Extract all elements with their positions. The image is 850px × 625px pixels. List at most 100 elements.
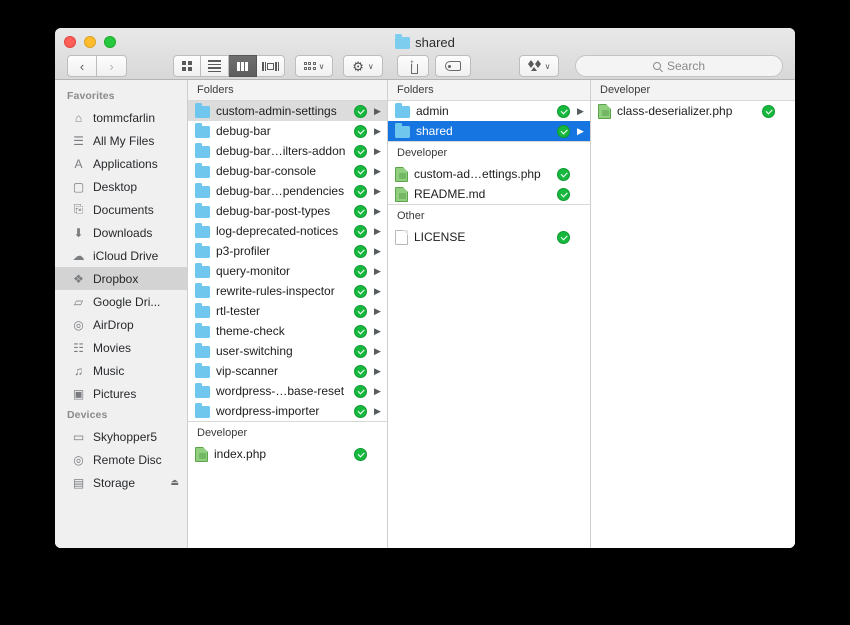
sidebar-item-label: All My Files — [93, 133, 155, 148]
forward-button[interactable]: › — [97, 55, 127, 77]
list-item[interactable]: theme-check ▶ — [188, 321, 387, 341]
list-icon — [208, 60, 221, 72]
icon-view-button[interactable] — [173, 55, 201, 77]
sidebar-item-all-my-files[interactable]: ☰ All My Files — [55, 129, 187, 152]
arrange-button[interactable]: ∨ — [295, 55, 333, 77]
disclosure-chevron-icon[interactable]: ▶ — [373, 166, 382, 176]
tag-button[interactable] — [435, 55, 471, 77]
sidebar-item-icloud-drive[interactable]: ☁ iCloud Drive — [55, 244, 187, 267]
disclosure-chevron-icon[interactable]: ▶ — [373, 206, 382, 216]
column-group-header: Folders — [388, 80, 590, 101]
list-item[interactable]: debug-bar…ilters-addon ▶ — [188, 141, 387, 161]
sidebar-item-music[interactable]: ♫ Music — [55, 359, 187, 382]
folder-icon: ▱ — [73, 294, 84, 309]
eject-icon[interactable]: ⏏ — [170, 477, 179, 488]
laptop-icon: ▭ — [72, 429, 85, 444]
disclosure-chevron-icon[interactable]: ▶ — [373, 286, 382, 296]
list-item-label: index.php — [214, 447, 267, 461]
sidebar-item-label: Documents — [93, 202, 154, 217]
folder-icon — [195, 263, 210, 278]
list-item[interactable]: debug-bar-post-types ▶ — [188, 201, 387, 221]
sidebar-item-tommcfarlin[interactable]: ⌂ tommcfarlin — [55, 106, 187, 129]
list-item[interactable]: wordpress-…base-reset ▶ — [188, 381, 387, 401]
list-view-button[interactable] — [201, 55, 229, 77]
list-item-label: debug-bar-post-types — [216, 204, 331, 218]
list-item[interactable]: wordpress-importer ▶ — [188, 401, 387, 421]
folder-icon — [195, 283, 210, 298]
list-item[interactable]: debug-bar…pendencies ▶ — [188, 181, 387, 201]
sidebar-item-airdrop[interactable]: ◎ AirDrop — [55, 313, 187, 336]
sidebar-item-documents[interactable]: ⎘ Documents — [55, 198, 187, 221]
sidebar-item-desktop[interactable]: ▢ Desktop — [55, 175, 187, 198]
column-1[interactable]: Folders custom-admin-settings ▶ debug-bar ▶ d… — [188, 80, 388, 548]
search-placeholder: Search — [666, 59, 706, 73]
action-menu-button[interactable]: ⚙ ∨ — [343, 55, 383, 77]
disclosure-chevron-icon[interactable]: ▶ — [373, 306, 382, 316]
disclosure-chevron-icon[interactable]: ▶ — [576, 126, 585, 136]
column-2[interactable]: Folders admin ▶ shared ▶ Developer custom-ad…e… — [388, 80, 591, 548]
list-item[interactable]: rewrite-rules-inspector ▶ — [188, 281, 387, 301]
disclosure-chevron-icon[interactable]: ▶ — [373, 226, 382, 236]
sidebar-item-skyhopper5[interactable]: ▭ Skyhopper5 — [55, 425, 187, 448]
sidebar-item-downloads[interactable]: ⬇ Downloads — [55, 221, 187, 244]
sidebar-item-movies[interactable]: ☷ Movies — [55, 336, 187, 359]
disclosure-chevron-icon[interactable]: ▶ — [373, 246, 382, 256]
column-group-header: Developer — [388, 141, 590, 164]
list-item[interactable]: custom-admin-settings ▶ — [188, 101, 387, 121]
sync-status-badge — [354, 284, 367, 298]
list-item[interactable]: class-deserializer.php ▶ — [591, 101, 795, 121]
column-group-header: Developer — [591, 80, 795, 101]
sidebar-section-header: Favorites — [67, 90, 115, 102]
disclosure-chevron-icon[interactable]: ▶ — [373, 406, 382, 416]
columns-icon — [237, 61, 248, 71]
list-item[interactable]: index.php ▶ — [188, 444, 387, 464]
dropbox-menu-button[interactable]: ∨ — [519, 55, 559, 77]
search-input[interactable]: Search — [575, 55, 783, 77]
sidebar-item-google-dri[interactable]: ▱ Google Dri... — [55, 290, 187, 313]
sidebar-item-pictures[interactable]: ▣ Pictures — [55, 382, 187, 405]
sync-status-badge — [354, 204, 367, 218]
disclosure-chevron-icon[interactable]: ▶ — [373, 266, 382, 276]
view-mode-segmented-control — [173, 55, 285, 77]
music-icon: ♫ — [74, 363, 83, 378]
list-item[interactable]: shared ▶ — [388, 121, 590, 141]
disc-icon: ◎ — [73, 452, 84, 467]
sidebar-item-dropbox[interactable]: ❖ Dropbox — [55, 267, 187, 290]
list-item[interactable]: p3-profiler ▶ — [188, 241, 387, 261]
disclosure-chevron-icon[interactable]: ▶ — [576, 106, 585, 116]
column-group-header: Developer — [188, 421, 387, 444]
disclosure-chevron-icon[interactable]: ▶ — [373, 386, 382, 396]
airdrop-icon: ◎ — [73, 317, 84, 332]
list-item[interactable]: debug-bar-console ▶ — [188, 161, 387, 181]
desktop-icon: ▢ — [72, 179, 85, 194]
disclosure-chevron-icon[interactable]: ▶ — [373, 106, 382, 116]
share-button[interactable] — [397, 55, 429, 77]
list-item[interactable]: debug-bar ▶ — [188, 121, 387, 141]
list-item[interactable]: log-deprecated-notices ▶ — [188, 221, 387, 241]
list-item[interactable]: vip-scanner ▶ — [188, 361, 387, 381]
disclosure-chevron-icon[interactable]: ▶ — [373, 146, 382, 156]
list-item[interactable]: admin ▶ — [388, 101, 590, 121]
sidebar-item-remote-disc[interactable]: ◎ Remote Disc — [55, 448, 187, 471]
list-item[interactable]: rtl-tester ▶ — [188, 301, 387, 321]
sidebar[interactable]: Favorites ⌂ tommcfarlin ☰ All My Files A Appli… — [55, 80, 188, 548]
back-button[interactable]: ‹ — [67, 55, 97, 77]
disclosure-chevron-icon[interactable]: ▶ — [373, 326, 382, 336]
column-3[interactable]: Developer class-deserializer.php ▶ — [591, 80, 795, 548]
list-item-label: class-deserializer.php — [617, 104, 733, 118]
disclosure-chevron-icon[interactable]: ▶ — [373, 366, 382, 376]
coverflow-view-button[interactable] — [257, 55, 285, 77]
list-item[interactable]: README.md ▶ — [388, 184, 590, 204]
list-item[interactable]: custom-ad…ettings.php ▶ — [388, 164, 590, 184]
disclosure-chevron-icon[interactable]: ▶ — [373, 126, 382, 136]
list-item-label: wordpress-…base-reset — [216, 384, 345, 398]
sidebar-item-storage[interactable]: ▤ Storage ⏏ — [55, 471, 187, 494]
list-item[interactable]: LICENSE ▶ — [388, 227, 590, 247]
sidebar-item-applications[interactable]: A Applications — [55, 152, 187, 175]
disclosure-chevron-icon[interactable]: ▶ — [373, 186, 382, 196]
disclosure-chevron-icon[interactable]: ▶ — [373, 346, 382, 356]
list-item[interactable]: user-switching ▶ — [188, 341, 387, 361]
list-item[interactable]: query-monitor ▶ — [188, 261, 387, 281]
folder-icon — [395, 33, 411, 49]
column-view-button[interactable] — [229, 55, 257, 77]
